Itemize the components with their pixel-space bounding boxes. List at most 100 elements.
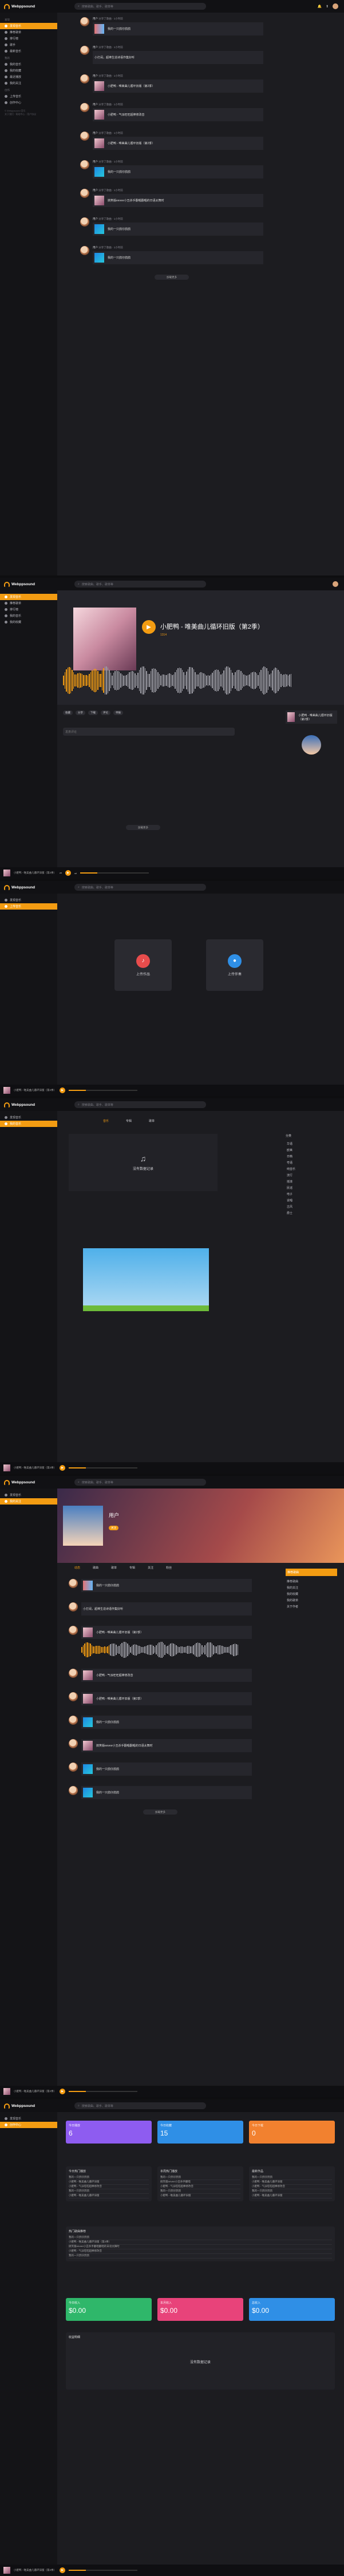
- sidebar-item[interactable]: 我的音乐: [0, 613, 57, 619]
- profile-link[interactable]: 我的歌单: [286, 1597, 337, 1603]
- stat-card-downloads[interactable]: 今日下载 0: [249, 2121, 335, 2144]
- song-card[interactable]: 我的一只鸽仔鸽鸽: [93, 22, 263, 35]
- song-card[interactable]: 小肥鸭 - 唯美曲儿循环旧版（第2季）: [81, 1692, 252, 1705]
- upload-accompaniment-button[interactable]: ● 上传伴奏: [206, 939, 263, 991]
- avatar[interactable]: [69, 1602, 78, 1612]
- download-button[interactable]: 下载: [88, 711, 98, 715]
- avatar[interactable]: [69, 1669, 78, 1678]
- avatar[interactable]: [80, 46, 89, 55]
- progress-bar[interactable]: [80, 872, 149, 874]
- share-button[interactable]: 分享: [76, 711, 85, 715]
- list-row[interactable]: 小肥鸭 - 唯美曲儿循环旧版: [252, 2194, 332, 2198]
- sidebar-item[interactable]: 排行榜: [0, 606, 57, 613]
- avatar[interactable]: [80, 189, 89, 198]
- post-user[interactable]: 用户: [93, 103, 98, 106]
- sidebar-item[interactable]: 我的收藏: [0, 68, 57, 74]
- comment-button[interactable]: 评论: [101, 711, 110, 715]
- sidebar-item[interactable]: 推荐歌单: [0, 600, 57, 606]
- post-user[interactable]: 用户: [93, 74, 98, 77]
- song-card[interactable]: 小打闹，超棒生造诗语作集好听: [93, 51, 263, 64]
- load-more-button[interactable]: 加载更多: [143, 1809, 177, 1815]
- avatar[interactable]: [69, 1579, 78, 1588]
- song-card[interactable]: 我的一只鸽仔鸽鸽: [93, 165, 263, 178]
- sidebar-item[interactable]: 排行榜: [0, 35, 57, 42]
- avatar[interactable]: [80, 74, 89, 84]
- tab-music[interactable]: 音乐: [103, 1119, 109, 1123]
- follow-button[interactable]: 关注: [109, 1526, 118, 1530]
- song-card[interactable]: 搞笑版eevee小丑杀手翻唱翻唱的日语太舞时: [93, 194, 263, 207]
- sidebar-item[interactable]: 发现音乐: [0, 23, 57, 29]
- profile-link[interactable]: 推荐歌曲: [286, 1578, 337, 1585]
- list-row[interactable]: 我的一只鸽仔鸽鸽: [69, 2236, 332, 2240]
- avatar[interactable]: [69, 1763, 78, 1772]
- sidebar-item[interactable]: 我的音乐: [0, 1121, 57, 1127]
- logo[interactable]: Webppsound: [0, 1102, 57, 1108]
- search-input[interactable]: ⌕ 搜索歌曲、歌手、歌单等: [74, 2102, 206, 2109]
- report-button[interactable]: 举报: [113, 711, 123, 715]
- avatar[interactable]: [69, 1716, 78, 1725]
- list-row[interactable]: 我的一只鸽仔鸽鸽: [160, 2176, 240, 2180]
- search-input[interactable]: ⌕ 搜索歌曲、歌手、歌单等: [74, 581, 206, 588]
- avatar[interactable]: [69, 1786, 78, 1795]
- song-card[interactable]: 小肥鸭 - 气派旺旺超棒修改音: [93, 108, 263, 121]
- sidebar-item[interactable]: 发现音乐: [0, 2115, 57, 2122]
- sidebar-item[interactable]: 创作中心: [0, 2122, 57, 2128]
- logo[interactable]: Webppsound: [0, 2103, 57, 2109]
- list-row[interactable]: 小肥鸭 - 唯美曲儿循环旧版: [160, 2194, 240, 2198]
- category-item[interactable]: 说唱: [286, 1197, 337, 1204]
- list-row[interactable]: 搞笑版eevee小丑杀手翻唱翻唱的日语太舞时: [69, 2245, 332, 2249]
- list-row[interactable]: 小肥鸭 - 气派旺旺超棒修改音: [69, 2185, 149, 2189]
- progress-bar[interactable]: [69, 1090, 138, 1091]
- sidebar-item[interactable]: 发现音乐: [0, 594, 57, 600]
- sidebar-item[interactable]: 最新音乐: [0, 48, 57, 54]
- avatar[interactable]: [69, 1692, 78, 1701]
- category-item[interactable]: 摇滚: [286, 1178, 337, 1185]
- prev-icon[interactable]: ⏮: [60, 872, 62, 875]
- sidebar-item[interactable]: 创作中心: [0, 100, 57, 106]
- collect-button[interactable]: 收藏: [63, 711, 73, 715]
- avatar[interactable]: [80, 103, 89, 112]
- category-item[interactable]: 电子: [286, 1191, 337, 1197]
- song-card[interactable]: 小打闹，超棒生造诗语作集好听: [81, 1602, 252, 1616]
- post-user[interactable]: 用户: [93, 46, 98, 49]
- song-card[interactable]: 小肥鸭 - 唯美曲儿循环旧版（第2季）: [81, 1626, 252, 1639]
- list-row[interactable]: 小肥鸭 - 气派旺旺超棒修改音: [69, 2249, 332, 2254]
- avatar[interactable]: [333, 3, 338, 9]
- profile-link[interactable]: 关于作者: [286, 1603, 337, 1610]
- song-card[interactable]: 我的一只鸽仔鸽鸽: [93, 251, 263, 264]
- sidebar-item[interactable]: 发现音乐: [0, 897, 57, 903]
- logo[interactable]: Webppsound: [0, 3, 57, 9]
- next-icon[interactable]: ⏭: [74, 872, 77, 875]
- avatar[interactable]: [69, 1626, 78, 1635]
- comment-input[interactable]: 发表评论: [63, 728, 235, 736]
- tab-albums[interactable]: 专辑: [129, 1566, 135, 1570]
- sidebar-item[interactable]: 发现音乐: [0, 1114, 57, 1121]
- tab-following[interactable]: 关注: [148, 1566, 153, 1570]
- avatar[interactable]: [80, 17, 89, 26]
- play-icon[interactable]: ▶: [60, 2089, 66, 2094]
- list-row[interactable]: 我的一只鸽仔鸽鸽: [252, 2176, 332, 2180]
- avatar[interactable]: [80, 160, 89, 169]
- tab-fans[interactable]: 粉丝: [166, 1566, 172, 1570]
- category-item[interactable]: 粤语: [286, 1160, 337, 1166]
- sidebar-item[interactable]: 我的收藏: [0, 619, 57, 625]
- money-card-total[interactable]: 总收入 $0.00: [249, 2298, 335, 2321]
- logo[interactable]: Webppsound: [0, 884, 57, 890]
- stat-card-plays[interactable]: 今日播放 6: [66, 2121, 152, 2144]
- tab-playlists[interactable]: 歌单: [111, 1566, 117, 1570]
- list-row[interactable]: 我的一只鸽仔鸽鸽: [69, 2189, 149, 2194]
- search-input[interactable]: ⌕ 搜索歌曲、歌手、歌单等: [74, 1101, 206, 1108]
- list-row[interactable]: 小肥鸭 - 唯美曲儿循环旧版（第2季）: [69, 2240, 332, 2245]
- song-card[interactable]: 搞笑版eevee小丑杀手翻唱翻唱的日语太舞时: [81, 1739, 252, 1752]
- search-input[interactable]: ⌕ 搜索歌曲、歌手、歌单等: [74, 884, 206, 891]
- play-icon[interactable]: ▶: [60, 2567, 66, 2573]
- sidebar-item[interactable]: 我的关注: [0, 80, 57, 86]
- waveform[interactable]: [81, 1641, 252, 1658]
- sidebar-item[interactable]: 上传音乐: [0, 93, 57, 100]
- post-user[interactable]: 用户: [93, 132, 98, 134]
- sidebar-item[interactable]: 歌手: [0, 42, 57, 48]
- play-icon[interactable]: ▶: [65, 870, 72, 876]
- sidebar-item[interactable]: 发现音乐: [0, 1492, 57, 1498]
- money-card-month[interactable]: 本月收入 $0.00: [157, 2298, 243, 2321]
- category-item[interactable]: 华语: [286, 1141, 337, 1147]
